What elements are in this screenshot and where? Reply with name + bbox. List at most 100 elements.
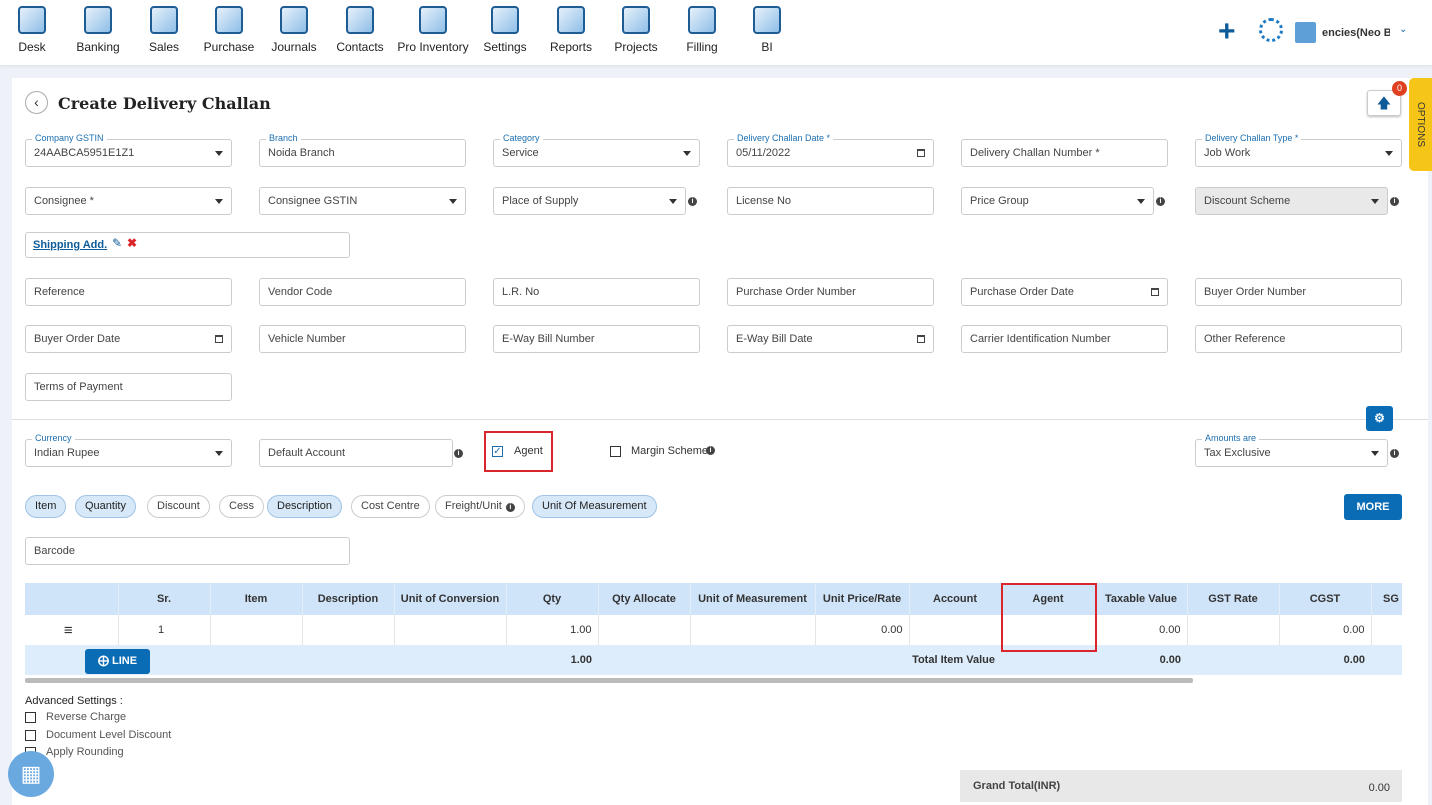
chevron-down-icon[interactable]: ⌄ bbox=[1399, 24, 1407, 35]
toggle-unit-of-measurement[interactable]: Unit Of Measurement bbox=[532, 495, 657, 518]
field--aabca-e-z[interactable]: Company GSTIN 24AABCA5951E1Z1 bbox=[25, 133, 232, 167]
field-place-of-supply[interactable]: Place of Supply bbox=[493, 187, 686, 215]
column-header: Item bbox=[210, 583, 303, 615]
field-label: Company GSTIN bbox=[32, 133, 107, 143]
field-purchase-order-date[interactable]: Purchase Order Date bbox=[961, 278, 1168, 306]
field-terms-of-payment[interactable]: Terms of Payment bbox=[25, 373, 232, 401]
field-l-r-no[interactable]: L.R. No bbox=[493, 278, 700, 306]
journals-icon bbox=[280, 6, 308, 34]
toggle-cess[interactable]: Cess bbox=[219, 495, 265, 518]
company-name[interactable]: encies(Neo Ba bbox=[1322, 27, 1390, 39]
shipping-address-link[interactable]: Shipping Add. bbox=[33, 239, 107, 251]
edit-icon[interactable]: ✎ bbox=[112, 236, 122, 250]
table-row: ≡ 1 1.00 0.00 0.00 0.00 bbox=[25, 615, 1402, 645]
pill-label: Description bbox=[277, 500, 333, 512]
toggle-cost-centre[interactable]: Cost Centre bbox=[351, 495, 430, 518]
add-line-button[interactable]: ⨁ LINE bbox=[85, 649, 150, 674]
field-license-no[interactable]: License No bbox=[727, 187, 934, 215]
field-value: License No bbox=[736, 195, 792, 207]
info-icon: i bbox=[1156, 197, 1165, 206]
drag-handle-icon[interactable]: ≡ bbox=[25, 615, 119, 645]
nav-item-bi[interactable]: BI bbox=[727, 6, 807, 54]
field-vehicle-number[interactable]: Vehicle Number bbox=[259, 325, 466, 353]
info-icon: i bbox=[454, 449, 463, 458]
more-button[interactable]: MORE bbox=[1344, 494, 1402, 520]
apps-launcher-button[interactable]: ▦ bbox=[8, 751, 54, 797]
caret-icon bbox=[1137, 199, 1145, 208]
field-value: Vehicle Number bbox=[268, 333, 346, 345]
gear-icon[interactable] bbox=[1259, 18, 1283, 42]
margin-scheme-checkbox[interactable] bbox=[610, 446, 621, 457]
column-header: Account bbox=[909, 583, 1002, 615]
field-value: Purchase Order Number bbox=[736, 286, 856, 298]
column-header: Taxable Value bbox=[1095, 583, 1188, 615]
page-title: Create Delivery Challan bbox=[58, 94, 271, 113]
field-noida-branch[interactable]: Branch Noida Branch bbox=[259, 133, 466, 167]
default-account-placeholder: Default Account bbox=[268, 447, 346, 459]
field-purchase-order-number[interactable]: Purchase Order Number bbox=[727, 278, 934, 306]
nav-item-contacts[interactable]: Contacts bbox=[320, 6, 400, 54]
field-vendor-code[interactable]: Vendor Code bbox=[259, 278, 466, 306]
column-header: Description bbox=[302, 583, 395, 615]
barcode-input[interactable]: Barcode bbox=[25, 537, 350, 565]
table-cell bbox=[690, 615, 816, 645]
field-other-reference[interactable]: Other Reference bbox=[1195, 325, 1402, 353]
calendar-icon bbox=[1151, 288, 1159, 296]
toggle-freight-unit[interactable]: Freight/Unit i bbox=[435, 495, 525, 518]
field-label: Category bbox=[500, 133, 543, 143]
caret-icon bbox=[449, 199, 457, 208]
field-price-group[interactable]: Price Group bbox=[961, 187, 1154, 215]
currency-select[interactable]: Currency Indian Rupee bbox=[25, 433, 232, 467]
back-button[interactable]: ‹ bbox=[25, 91, 48, 114]
calendar-icon bbox=[917, 149, 925, 157]
delete-icon[interactable]: ✖ bbox=[127, 236, 137, 250]
field-service[interactable]: Category Service bbox=[493, 133, 700, 167]
toggle-description[interactable]: Description bbox=[267, 495, 343, 518]
toggle-item[interactable]: Item bbox=[25, 495, 67, 518]
checkbox-document-level-discount[interactable] bbox=[25, 729, 36, 741]
calculator-icon[interactable] bbox=[1295, 22, 1316, 43]
field-value: Service bbox=[502, 147, 539, 159]
agent-highlight bbox=[484, 431, 553, 472]
field-carrier-identification-number[interactable]: Carrier Identification Number bbox=[961, 325, 1168, 353]
toggle-quantity[interactable]: Quantity bbox=[75, 495, 136, 518]
field-consignee-gstin[interactable]: Consignee GSTIN bbox=[259, 187, 466, 215]
amounts-value: Tax Exclusive bbox=[1204, 447, 1271, 459]
column-header: Qty Allocate bbox=[598, 583, 691, 615]
field-buyer-order-number[interactable]: Buyer Order Number bbox=[1195, 278, 1402, 306]
option-label: Apply Rounding bbox=[46, 746, 124, 758]
field-e-way-bill-date[interactable]: E-Way Bill Date bbox=[727, 325, 934, 353]
field-job-work[interactable]: Delivery Challan Type * Job Work bbox=[1195, 133, 1402, 167]
column-header: Sr. bbox=[118, 583, 211, 615]
nav-item-pro-inventory[interactable]: Pro Inventory bbox=[393, 6, 473, 54]
horizontal-scrollbar[interactable] bbox=[25, 678, 1193, 683]
toggle-discount[interactable]: Discount bbox=[147, 495, 210, 518]
field-buyer-order-date[interactable]: Buyer Order Date bbox=[25, 325, 232, 353]
field-value: Terms of Payment bbox=[34, 381, 123, 393]
projects-icon bbox=[622, 6, 650, 34]
options-tab[interactable]: OPTIONS bbox=[1409, 78, 1432, 171]
default-account-input[interactable]: Default Account bbox=[259, 439, 453, 467]
table-cell: 0.00 bbox=[1095, 615, 1188, 645]
field-e-way-bill-number[interactable]: E-Way Bill Number bbox=[493, 325, 700, 353]
agent-column-highlight bbox=[1001, 583, 1097, 652]
field-delivery-challan-number[interactable]: Delivery Challan Number * bbox=[961, 139, 1168, 167]
amounts-label: Amounts are bbox=[1202, 433, 1260, 443]
field-value: 24AABCA5951E1Z1 bbox=[34, 147, 135, 159]
add-icon[interactable]: + bbox=[1218, 17, 1236, 47]
caret-icon bbox=[1385, 151, 1393, 160]
caret-icon bbox=[215, 151, 223, 160]
field-[interactable]: Delivery Challan Date * 05/11/2022 bbox=[727, 133, 934, 167]
field-consignee[interactable]: Consignee * bbox=[25, 187, 232, 215]
field-value: E-Way Bill Date bbox=[736, 333, 813, 345]
amounts-are-select[interactable]: Amounts are Tax Exclusive bbox=[1195, 433, 1388, 467]
column-header: Unit of Measurement bbox=[690, 583, 816, 615]
column-settings-button[interactable]: ⚙ bbox=[1366, 406, 1393, 431]
field-reference[interactable]: Reference bbox=[25, 278, 232, 306]
checkbox-reverse-charge[interactable] bbox=[25, 712, 36, 723]
column-header: CGST bbox=[1279, 583, 1372, 615]
field-value: Discount Scheme bbox=[1204, 195, 1291, 207]
top-nav: Desk Banking Sales Purchase Journals Contacts… bbox=[0, 0, 1432, 65]
pill-label: Cess bbox=[229, 500, 255, 512]
field-discount-scheme[interactable]: Discount Scheme bbox=[1195, 187, 1388, 215]
